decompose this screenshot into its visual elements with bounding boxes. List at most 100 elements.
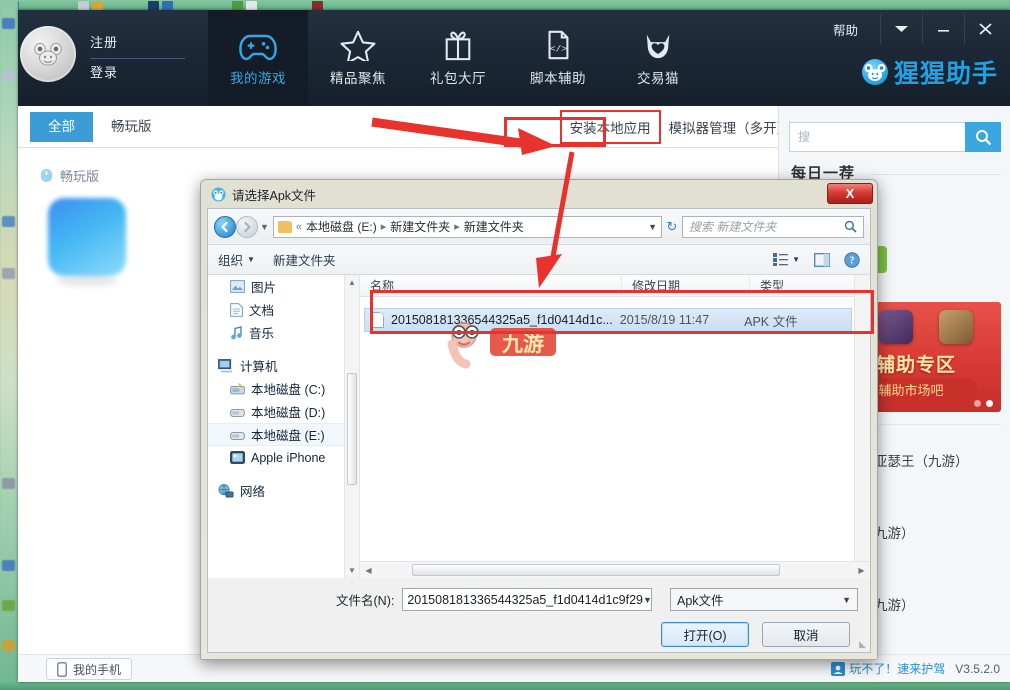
nav-item-gift-hall[interactable]: 礼包大厅 <box>408 10 508 106</box>
help-button[interactable]: ? <box>844 252 860 268</box>
banner-dots[interactable] <box>974 400 993 407</box>
code-file-icon: </> <box>538 29 578 61</box>
nav-pane-item-apple-iphone[interactable]: Apple iPhone <box>208 446 359 469</box>
nav-pane-item-drive-d[interactable]: 本地磁盘 (D:) <box>208 400 359 423</box>
new-folder-button[interactable]: 新建文件夹 <box>273 250 336 269</box>
chevron-down-icon[interactable]: ▼ <box>842 595 851 605</box>
horizontal-scrollbar[interactable]: ◀ ▶ <box>360 561 870 578</box>
banner-app-icon <box>939 310 973 344</box>
breadcrumb-folder-1[interactable]: 新建文件夹 <box>390 218 450 235</box>
column-header-type[interactable]: 类型 <box>750 275 860 297</box>
forward-button[interactable] <box>236 216 258 238</box>
chevron-down-icon[interactable]: ▼ <box>643 595 652 605</box>
section-rule <box>871 174 1001 175</box>
recent-locations-button[interactable]: ▼ <box>260 222 269 232</box>
dialog-title-bar[interactable]: 请选择Apk文件 X <box>201 180 877 208</box>
dialog-footer: 文件名(N): 201508181336544325a5_f1d0414d1c9… <box>208 578 870 652</box>
nav-label: 我的游戏 <box>230 67 286 87</box>
version-label: V3.5.2.0 <box>955 662 1000 676</box>
nav-pane-item-music[interactable]: 音乐 <box>208 321 359 344</box>
login-link[interactable]: 登录 <box>90 62 200 84</box>
scroll-up-icon[interactable]: ▲ <box>345 275 359 290</box>
scroll-right-icon[interactable]: ▶ <box>853 566 870 575</box>
nav-pane-item-drive-c[interactable]: 本地磁盘 (C:) <box>208 377 359 400</box>
nav-label: 交易猫 <box>637 67 679 87</box>
game-tile[interactable] <box>48 198 126 276</box>
desktop-icon <box>2 18 15 29</box>
nav-item-script-assist[interactable]: </> 脚本辅助 <box>508 10 608 106</box>
register-link[interactable]: 注册 <box>90 32 200 54</box>
nav-pane-item-drive-e[interactable]: 本地磁盘 (E:) <box>208 423 359 446</box>
scrollbar-thumb[interactable] <box>347 373 357 485</box>
rescue-link[interactable]: 玩不了！速来护驾 <box>831 660 945 677</box>
brand-name: 猩猩助手 <box>894 54 998 90</box>
back-button[interactable] <box>214 216 236 238</box>
column-header-modified[interactable]: 修改日期 <box>622 275 750 297</box>
tab-playable-edition[interactable]: 畅玩版 <box>93 112 170 142</box>
nav-pane-item-label: 本地磁盘 (D:) <box>251 402 325 421</box>
refresh-button[interactable]: ↻ <box>662 219 682 235</box>
group-label-text: 畅玩版 <box>60 166 99 185</box>
search-input[interactable]: 搜 <box>789 122 965 152</box>
search-icon <box>975 129 992 146</box>
preview-pane-button[interactable] <box>814 253 830 267</box>
tab-all[interactable]: 全部 <box>30 112 93 142</box>
search-button[interactable] <box>965 122 1001 152</box>
nav-pane-scrollbar[interactable]: ▲ ▼ <box>344 275 359 578</box>
view-mode-button[interactable]: ▼ <box>773 253 800 266</box>
avatar[interactable] <box>20 26 76 82</box>
cancel-button[interactable]: 取消 <box>762 622 850 647</box>
dialog-search-input[interactable]: 搜索 新建文件夹 <box>682 216 864 238</box>
nav-pane-item-label: 计算机 <box>240 356 278 375</box>
desktop-icon <box>2 268 15 279</box>
nav-pane-item-network[interactable]: 网络 <box>208 479 359 502</box>
scroll-left-icon[interactable]: ◀ <box>360 566 377 575</box>
nav-pane-item-documents[interactable]: 文档 <box>208 298 359 321</box>
organize-menu[interactable]: 组织 ▼ <box>218 250 255 269</box>
my-phone-label: 我的手机 <box>73 661 121 678</box>
search-row: 搜 <box>789 122 1001 152</box>
folder-icon <box>278 221 292 233</box>
nav-pane-item-label: 本地磁盘 (E:) <box>251 425 325 444</box>
minimize-to-tray-button[interactable] <box>880 14 922 44</box>
nav-item-featured[interactable]: 精品聚焦 <box>308 10 408 106</box>
nav-pane-item-computer[interactable]: 计算机 <box>208 354 359 377</box>
nav-pane-item-label: 本地磁盘 (C:) <box>251 379 325 398</box>
mouse-icon <box>40 168 53 183</box>
nav-label: 脚本辅助 <box>530 67 586 87</box>
scroll-down-icon[interactable]: ▼ <box>345 563 359 578</box>
dialog-body: ▼ « 本地磁盘 (E:) ▸ 新建文件夹 ▸ 新建文件夹 ▼ ↻ 搜索 新建文… <box>207 208 871 653</box>
chevron-down-icon: ▼ <box>247 255 255 264</box>
column-header-name[interactable]: 名称 <box>360 275 622 297</box>
h-scrollbar-thumb[interactable] <box>412 564 780 576</box>
monkey-logo-icon <box>862 59 888 85</box>
nav-pane-item-label: 网络 <box>240 481 265 500</box>
file-type-filter-select[interactable]: Apk文件 ▼ <box>670 588 858 611</box>
desktop-icon <box>2 640 15 651</box>
install-local-app-button[interactable]: 安装本地应用 <box>560 110 661 144</box>
help-link[interactable]: 帮助 <box>833 20 858 39</box>
nav-item-trade-cat[interactable]: 交易猫 <box>608 10 708 106</box>
breadcrumb-drive[interactable]: 本地磁盘 (E:) <box>306 218 377 235</box>
address-dropdown-icon[interactable]: ▼ <box>648 222 657 232</box>
document-icon <box>230 303 243 317</box>
file-name-value: 201508181336544325a5_f1d0414d1c9f29 <box>407 593 643 607</box>
dialog-close-button[interactable]: X <box>827 183 873 204</box>
svg-text:九游: 九游 <box>501 332 544 356</box>
address-overflow[interactable]: « <box>296 221 302 233</box>
close-button[interactable] <box>964 14 1006 44</box>
address-bar[interactable]: « 本地磁盘 (E:) ▸ 新建文件夹 ▸ 新建文件夹 ▼ <box>273 216 662 238</box>
my-phone-button[interactable]: 我的手机 <box>46 658 132 680</box>
breadcrumb-sep-icon: ▸ <box>454 220 460 233</box>
file-type-filter-value: Apk文件 <box>677 590 724 609</box>
resize-grip-icon[interactable]: ◣ <box>859 639 866 650</box>
minimize-button[interactable] <box>922 14 964 44</box>
nav-item-my-games[interactable]: 我的游戏 <box>208 10 308 106</box>
nav-pane-item-pictures[interactable]: 图片 <box>208 275 359 298</box>
account-divider <box>90 58 185 59</box>
open-button[interactable]: 打开(O) <box>661 622 749 647</box>
file-name-input[interactable]: 201508181336544325a5_f1d0414d1c9f29 ▼ <box>402 588 652 611</box>
file-list-scrollbar[interactable] <box>854 275 870 578</box>
chevron-down-icon: ▼ <box>792 255 800 264</box>
breadcrumb-folder-2[interactable]: 新建文件夹 <box>464 218 524 235</box>
